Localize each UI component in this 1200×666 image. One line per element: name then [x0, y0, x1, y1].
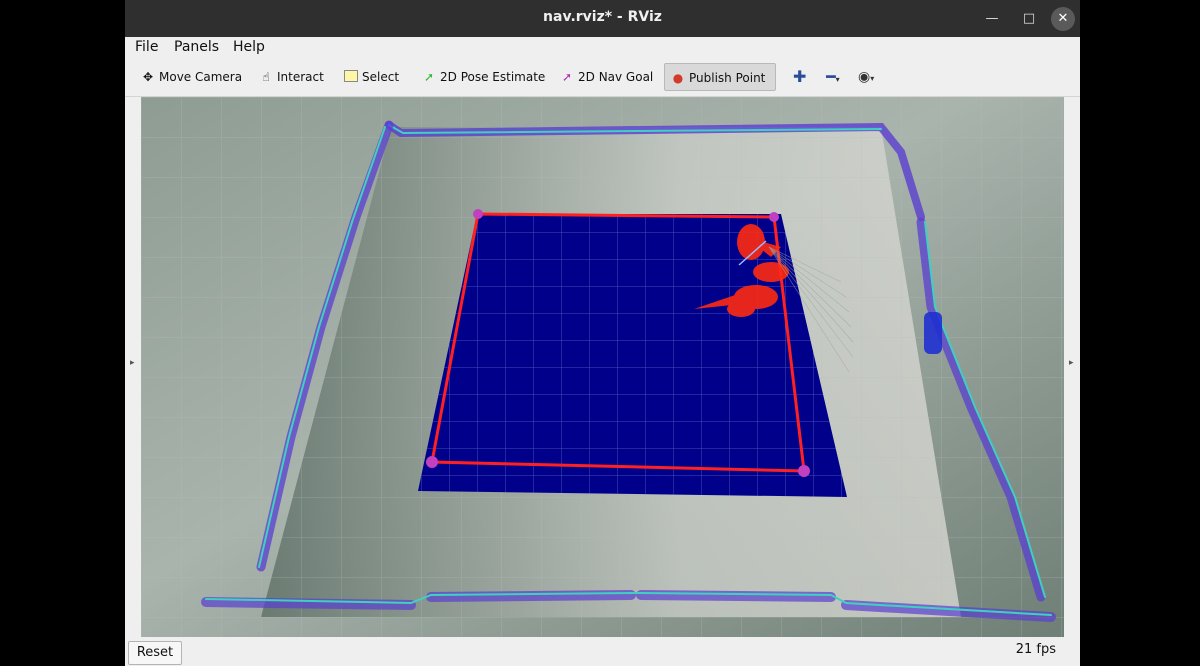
corner-marker	[426, 456, 438, 468]
rviz-window: nav.rviz* - RViz — □ ✕ File Panels Help …	[125, 0, 1080, 666]
nav-goal-tool[interactable]: ➚ 2D Nav Goal	[559, 65, 653, 89]
menu-panels[interactable]: Panels	[174, 39, 219, 55]
purple-arrow-icon: ➚	[561, 70, 573, 84]
hand-icon: ☝	[262, 70, 270, 84]
corner-marker	[798, 465, 810, 477]
corner-marker	[473, 209, 483, 219]
map-pin-icon: ●	[672, 71, 684, 85]
nav-goal-label: 2D Nav Goal	[578, 70, 654, 84]
left-panel-toggle-icon[interactable]: ▸	[130, 358, 135, 368]
close-button[interactable]: ✕	[1051, 7, 1075, 31]
3d-render-view[interactable]	[141, 97, 1064, 637]
title-bar: nav.rviz* - RViz — □ ✕	[125, 0, 1080, 37]
add-tool-button[interactable]: ✚	[793, 65, 806, 89]
fps-counter: 21 fps	[1015, 642, 1056, 657]
reset-button[interactable]: Reset	[128, 641, 182, 665]
map-scene	[141, 97, 1064, 637]
plus-icon: ✚	[793, 67, 807, 86]
costmap-grid	[418, 214, 847, 497]
tools-toolbar: ✥ Move Camera ☝ Interact Select ➚ 2D Pose E…	[125, 58, 1080, 97]
green-arrow-icon: ➚	[423, 70, 435, 84]
interact-tool[interactable]: ☝ Interact	[258, 65, 324, 89]
pose-estimate-tool[interactable]: ➚ 2D Pose Estimate	[421, 65, 545, 89]
menu-file[interactable]: File	[135, 39, 158, 55]
move-camera-label: Move Camera	[159, 70, 243, 84]
select-box-icon	[343, 65, 359, 89]
minimize-button[interactable]: —	[980, 7, 1004, 31]
status-bar: Reset 21 fps	[125, 637, 1080, 666]
select-label: Select	[362, 70, 400, 84]
camera-type-button[interactable]: ◉▾	[858, 65, 874, 89]
maximize-button[interactable]: □	[1017, 7, 1041, 31]
menu-bar: File Panels Help	[125, 37, 1080, 58]
window-title: nav.rviz* - RViz	[543, 9, 662, 25]
minus-icon: ━	[826, 67, 836, 86]
eye-icon: ◉	[858, 69, 871, 85]
remove-tool-button[interactable]: ━▾	[826, 65, 840, 89]
publish-point-tool[interactable]: ● Publish Point	[664, 63, 776, 91]
corner-marker	[769, 212, 779, 222]
menu-help[interactable]: Help	[233, 39, 265, 55]
interact-label: Interact	[277, 70, 324, 84]
right-panel-toggle-icon[interactable]: ▸	[1069, 358, 1074, 368]
publish-point-label: Publish Point	[689, 71, 766, 85]
pose-estimate-label: 2D Pose Estimate	[440, 70, 546, 84]
move-camera-tool[interactable]: ✥ Move Camera	[140, 65, 242, 89]
select-tool[interactable]: Select	[343, 65, 399, 89]
move-camera-icon: ✥	[142, 70, 154, 84]
